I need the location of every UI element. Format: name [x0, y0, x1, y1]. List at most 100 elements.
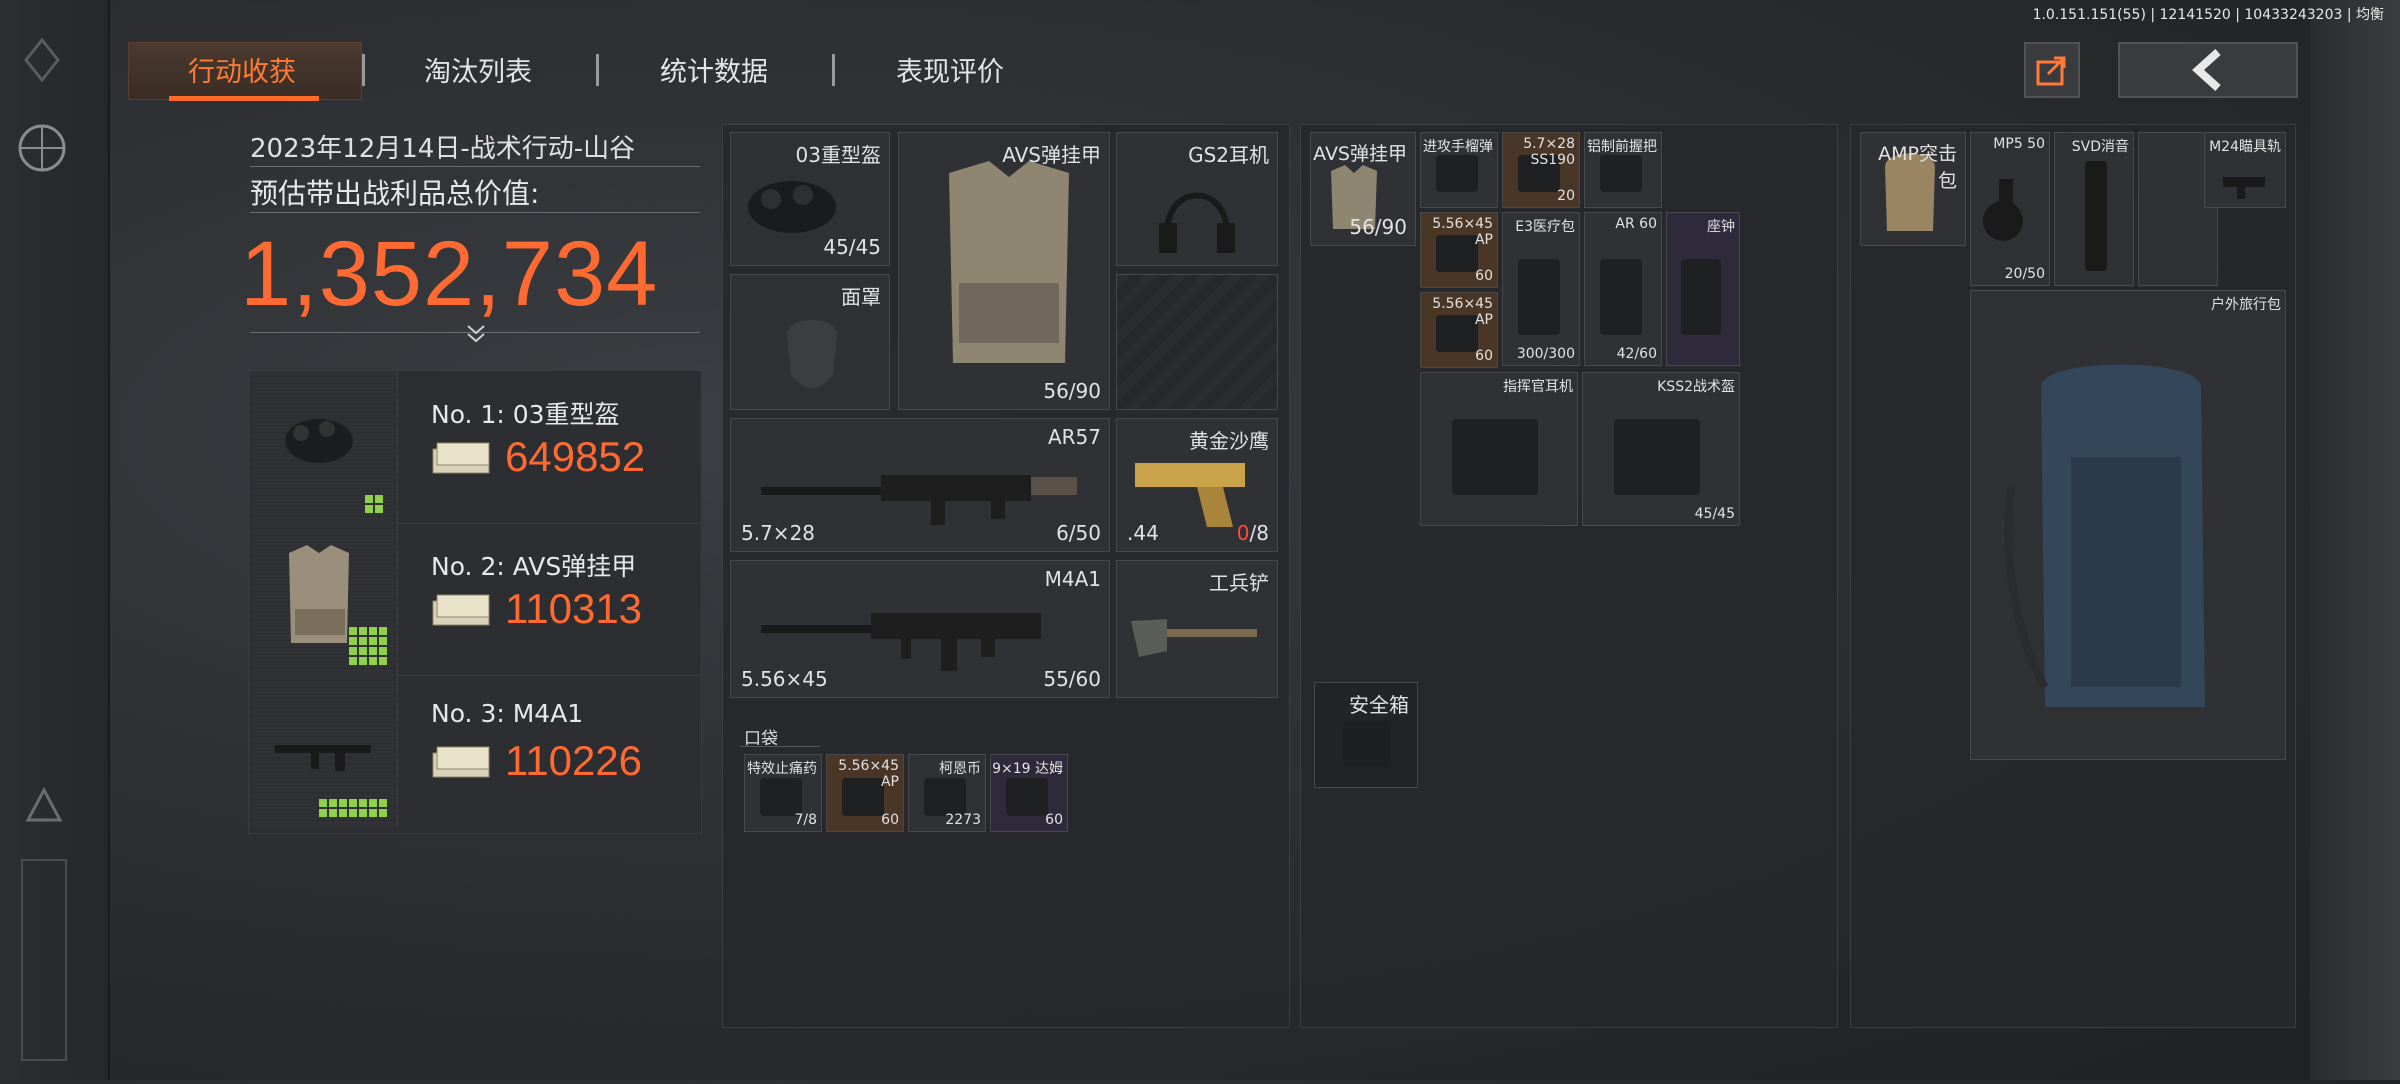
- helmet-slot[interactable]: 03重型盔 45/45: [730, 132, 890, 266]
- tab-rating[interactable]: 表现评价: [896, 50, 1004, 89]
- item-rank-label: No. 3: M4A1: [431, 699, 584, 728]
- grid-cell: [379, 627, 387, 635]
- list-item[interactable]: No. 1: 03重型盔 649852: [249, 371, 701, 524]
- chevron-down-icon[interactable]: [464, 322, 488, 346]
- tab-divider: [832, 54, 835, 86]
- pocket-item[interactable]: 5.56×45 AP 60: [826, 754, 904, 832]
- item-name: E3医疗包: [1515, 219, 1575, 235]
- pistol-slot[interactable]: 黄金沙鹰 .44 0/8: [1116, 418, 1278, 552]
- grid-cell: [349, 799, 357, 807]
- pocket-item[interactable]: 9×19 达姆 60: [990, 754, 1068, 832]
- item-name: 面罩: [841, 285, 881, 309]
- backpack-item[interactable]: M24瞄具轨: [2204, 132, 2286, 208]
- item-count: 2273: [945, 812, 981, 828]
- rig-item[interactable]: KSS2战术盔 45/45: [1582, 372, 1740, 526]
- grid-cell: [369, 799, 377, 807]
- item-ammo: 0/8: [1237, 521, 1269, 545]
- backpack-item[interactable]: MP5 50 20/50: [1970, 132, 2050, 286]
- item-name: 5.56×45 AP: [838, 758, 899, 790]
- item-name: M24瞄具轨: [2209, 139, 2281, 155]
- list-item[interactable]: No. 3: M4A1 110226: [249, 675, 701, 827]
- pocket-item[interactable]: 特效止痛药 7/8: [744, 754, 822, 832]
- grid-cell: [379, 637, 387, 645]
- total-value: 1,352,734: [240, 223, 659, 325]
- item-name: AR 60: [1615, 216, 1657, 232]
- grid-cell: [319, 809, 327, 817]
- rig-item[interactable]: 5.7×28 SS190 20: [1502, 132, 1580, 208]
- item-name: KSS2战术盔: [1657, 379, 1735, 395]
- rig-item[interactable]: 铝制前握把: [1584, 132, 1662, 208]
- item-durability: 56/90: [1349, 215, 1407, 239]
- item-ammo: 6/50: [1056, 521, 1101, 545]
- headset-slot[interactable]: GS2耳机: [1116, 132, 1278, 266]
- armor-slot[interactable]: AVS弹挂甲 56/90: [898, 132, 1110, 410]
- item-name: AR57: [1047, 425, 1101, 449]
- rig-item[interactable]: 座钟: [1666, 212, 1740, 366]
- item-thumb: [249, 523, 398, 675]
- rig-item[interactable]: 5.56×45 AP 60: [1420, 292, 1498, 368]
- grid-cell: [359, 647, 367, 655]
- share-button[interactable]: [2024, 42, 2080, 98]
- item-value: 110226: [505, 737, 643, 784]
- armor-icon: [949, 161, 1069, 363]
- grid-cell: [339, 809, 347, 817]
- rig-item[interactable]: AR 60 42/60: [1584, 212, 1662, 366]
- divider: [250, 212, 700, 213]
- list-item[interactable]: No. 2: AVS弹挂甲 110313: [249, 523, 701, 676]
- rig-item[interactable]: 指挥官耳机: [1420, 372, 1578, 526]
- safebox-slot[interactable]: 安全箱: [1314, 682, 1418, 788]
- item-count: 300/300: [1516, 346, 1575, 362]
- tab-kills[interactable]: 淘汰列表: [424, 50, 532, 89]
- item-icon: [1600, 155, 1642, 193]
- melee-slot[interactable]: 工兵铲: [1116, 560, 1278, 698]
- grid-cell: [379, 657, 387, 665]
- grid-cell: [319, 799, 327, 807]
- grid-cell: [349, 637, 357, 645]
- grid-cell: [369, 657, 377, 665]
- tab-stats[interactable]: 统计数据: [660, 50, 768, 89]
- item-name: 户外旅行包: [2211, 297, 2281, 313]
- item-thumb: [249, 675, 398, 827]
- item-icon: [1452, 418, 1538, 495]
- item-name: 座钟: [1707, 219, 1735, 235]
- cash-icon: [432, 746, 490, 778]
- item-name: 进攻手榴弹: [1423, 139, 1493, 155]
- item-count: 60: [881, 812, 899, 828]
- item-icon: [1436, 155, 1478, 193]
- item-count: 42/60: [1616, 346, 1657, 362]
- tab-underline: [169, 96, 319, 101]
- backpack-slot[interactable]: AMP突击包: [1860, 132, 1966, 246]
- drum-magazine-icon: [1983, 179, 2023, 241]
- rig-item[interactable]: 进攻手榴弹: [1420, 132, 1498, 208]
- pocket-item[interactable]: 柯恩币 2273: [908, 754, 986, 832]
- item-count: 60: [1475, 268, 1493, 284]
- tab-loot[interactable]: 行动收获: [188, 50, 296, 89]
- grid-cell: [359, 799, 367, 807]
- grid-cell: [359, 627, 367, 635]
- golden-pistol-icon: [1135, 463, 1245, 527]
- shovel-icon: [1131, 619, 1257, 657]
- item-count: 20: [1557, 188, 1575, 204]
- ammo-max: /8: [1249, 521, 1269, 545]
- rig-item[interactable]: 5.56×45 AP 60: [1420, 212, 1498, 288]
- backpack-item[interactable]: 户外旅行包: [1970, 290, 2286, 760]
- item-name: AMP突击包: [1878, 143, 1957, 192]
- grid-cell: [365, 505, 373, 513]
- grid-cell: [375, 505, 383, 513]
- secondary-weapon-slot[interactable]: M4A1 5.56×45 55/60: [730, 560, 1110, 698]
- item-name: 特效止痛药: [747, 761, 817, 777]
- primary-weapon-slot[interactable]: AR57 5.7×28 6/50: [730, 418, 1110, 552]
- mask-slot[interactable]: 面罩: [730, 274, 890, 410]
- item-icon: [760, 777, 802, 816]
- rig-slot[interactable]: AVS弹挂甲 56/90: [1310, 132, 1416, 246]
- item-name: AVS弹挂甲: [1002, 143, 1101, 167]
- cash-icon: [432, 442, 490, 474]
- grid-cell: [365, 495, 373, 503]
- empty-slot[interactable]: [1116, 274, 1278, 410]
- grid-cell: [349, 809, 357, 817]
- back-button[interactable]: [2118, 42, 2298, 98]
- item-name: 工兵铲: [1209, 571, 1269, 595]
- item-name: MP5 50: [1993, 136, 2045, 152]
- rig-item[interactable]: E3医疗包 300/300: [1502, 212, 1580, 366]
- backpack-item[interactable]: SVD消音: [2054, 132, 2134, 286]
